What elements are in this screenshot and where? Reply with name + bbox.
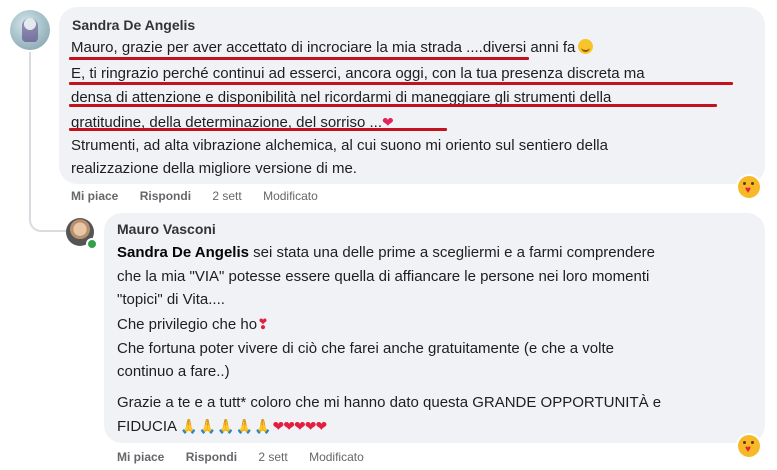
edited-label: Modificato — [263, 189, 318, 203]
care-reaction-icon[interactable] — [738, 176, 760, 198]
timestamp[interactable]: 2 sett — [258, 450, 287, 464]
comment-line-1: Sandra De Angelis sei stata una delle pr… — [117, 243, 655, 263]
comment-actions: Mi piace Rispondi 2 sett Modificato — [117, 450, 382, 464]
timestamp[interactable]: 2 sett — [212, 189, 241, 203]
folded-hands-icon: 🙏🙏🙏🙏🙏 — [180, 418, 273, 434]
highlight-underline — [69, 104, 717, 107]
avatar-sandra[interactable] — [10, 10, 50, 50]
comment-line-3: "topici" di Vita.... — [117, 291, 225, 308]
comment-line-5: Strumenti, ad alta vibrazione alchemica,… — [71, 137, 608, 154]
comment-line-8: FIDUCIA 🙏🙏🙏🙏🙏❤❤❤❤❤ — [117, 416, 328, 437]
avatar-figure — [22, 18, 38, 42]
online-status-icon — [86, 238, 98, 250]
highlight-underline — [69, 128, 447, 131]
reply-button[interactable]: Rispondi — [140, 189, 191, 203]
comment-line-6: continuo a fare..) — [117, 363, 230, 380]
heart-exclamation-icon: ❣ — [257, 316, 269, 332]
comment-line-5: Che fortuna poter vivere di ciò che fare… — [117, 340, 614, 357]
comment-text: Mauro, grazie per aver accettato di incr… — [71, 39, 576, 56]
edited-label: Modificato — [309, 450, 364, 464]
comment-line-2: E, ti ringrazio perché continui ad esser… — [71, 65, 645, 82]
comment-line-2: che la mia "VIA" potesse essere quella d… — [117, 268, 650, 285]
comment-author[interactable]: Sandra De Angelis — [72, 17, 195, 33]
comment-line-1: Mauro, grazie per aver accettato di incr… — [71, 38, 594, 58]
heart-icon: ❤❤❤❤❤ — [272, 418, 328, 434]
mention-tag[interactable]: Sandra De Angelis — [117, 244, 249, 261]
comment-text: FIDUCIA — [117, 418, 177, 435]
comment-line-6: realizzazione della migliore versione di… — [71, 160, 357, 177]
comment-actions: Mi piace Rispondi 2 sett Modificato — [71, 189, 336, 203]
comment-line-7: Grazie a te e a tutt* coloro che mi hann… — [117, 394, 662, 411]
comment-author[interactable]: Mauro Vasconi — [117, 221, 216, 237]
comment-text: Che privilegio che ho — [117, 316, 258, 333]
smile-icon — [578, 39, 594, 54]
comment-text: sei stata una delle prime a scegliermi e… — [248, 244, 656, 261]
reply-button[interactable]: Rispondi — [186, 450, 237, 464]
like-button[interactable]: Mi piace — [71, 189, 118, 203]
like-button[interactable]: Mi piace — [117, 450, 164, 464]
care-reaction-icon[interactable] — [738, 435, 760, 457]
highlight-underline — [69, 82, 733, 85]
comment-line-4: Che privilegio che ho❣ — [117, 314, 269, 335]
highlight-underline — [69, 57, 529, 60]
